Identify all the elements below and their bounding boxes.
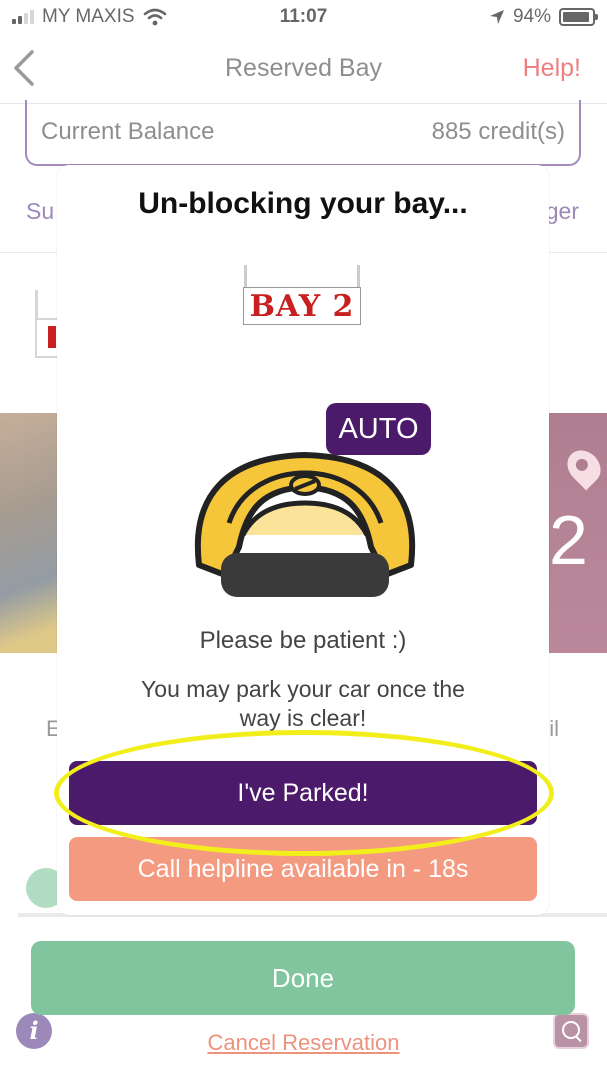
auto-mode-badge: AUTO <box>326 403 431 455</box>
patience-message: Please be patient :) <box>199 627 407 654</box>
park-instruction: You may park your car once the way is cl… <box>141 676 465 731</box>
bay-sign: BAY 2 <box>242 265 362 327</box>
call-helpline-button[interactable]: Call helpline available in - 18s <box>69 837 537 901</box>
modal-title: Un-blocking your bay... <box>138 187 468 220</box>
ive-parked-button[interactable]: I've Parked! <box>69 761 537 825</box>
unblocking-modal: Un-blocking your bay... BAY 2 AUTO Pleas… <box>57 165 549 915</box>
bay-sign-label: BAY 2 <box>243 287 361 325</box>
